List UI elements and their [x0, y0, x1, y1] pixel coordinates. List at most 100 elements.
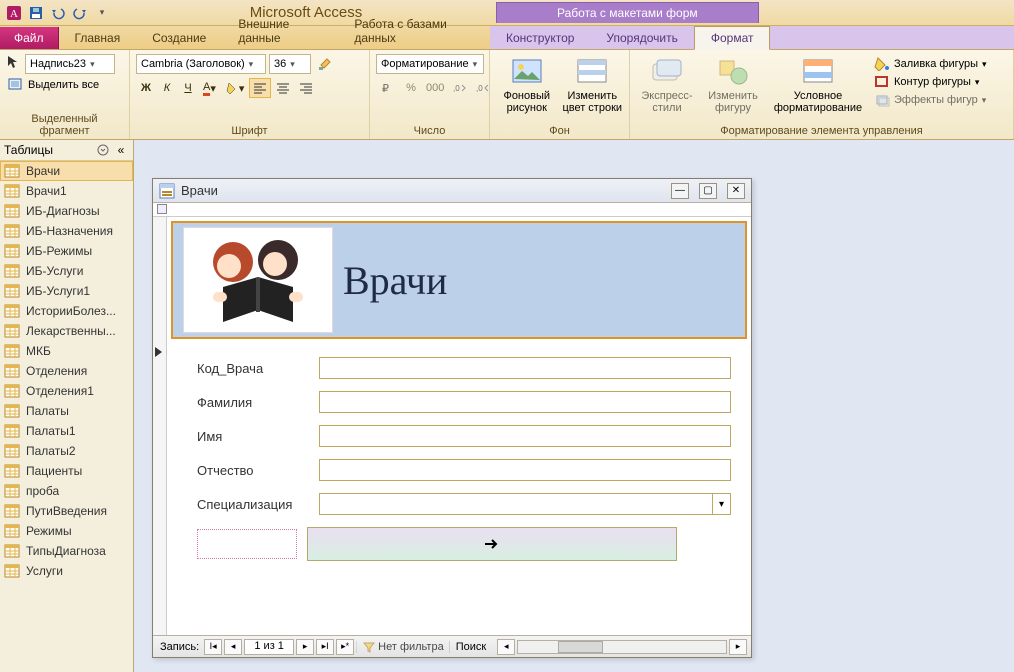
- selection-combo[interactable]: Надпись23: [25, 54, 115, 74]
- nav-table-item[interactable]: Палаты2: [0, 441, 133, 461]
- table-icon: [4, 484, 20, 498]
- font-name-combo[interactable]: Cambria (Заголовок): [136, 54, 266, 74]
- nav-table-item[interactable]: Режимы: [0, 521, 133, 541]
- field-label-firstname[interactable]: Имя: [197, 429, 307, 444]
- currency-button[interactable]: ₽: [376, 78, 400, 98]
- shape-outline-button[interactable]: Контур фигуры▾: [872, 74, 989, 90]
- shape-fill-button[interactable]: Заливка фигуры▾: [872, 56, 989, 72]
- quick-styles-button[interactable]: Экспресс-стили: [636, 54, 698, 114]
- tab-arrange[interactable]: Упорядочить: [590, 27, 693, 49]
- scroll-left-button[interactable]: ◂: [497, 639, 515, 655]
- nav-table-item[interactable]: Лекарственны...: [0, 321, 133, 341]
- bold-button[interactable]: Ж: [136, 78, 156, 98]
- nav-category-title[interactable]: Таблицы: [4, 143, 97, 157]
- tab-database-tools[interactable]: Работа с базами данных: [338, 13, 490, 49]
- tab-create[interactable]: Создание: [136, 27, 222, 49]
- nav-table-item[interactable]: ПутиВведения: [0, 501, 133, 521]
- shape-effects-button[interactable]: Эффекты фигур▾: [872, 92, 989, 108]
- prev-record-button[interactable]: ◂: [224, 639, 242, 655]
- decrease-decimals-button[interactable]: ,0: [472, 78, 494, 98]
- tab-design[interactable]: Конструктор: [490, 27, 590, 49]
- nav-table-item[interactable]: ИБ-Диагнозы: [0, 201, 133, 221]
- fill-color-button[interactable]: ▾: [221, 78, 249, 98]
- arrow-right-icon: [483, 537, 501, 551]
- tab-format[interactable]: Формат: [694, 26, 771, 50]
- record-position[interactable]: 1 из 1: [244, 639, 294, 655]
- layout-anchor-icon[interactable]: [157, 204, 167, 214]
- select-all-button[interactable]: Выделить все: [6, 77, 101, 93]
- font-color-button[interactable]: A▾: [199, 78, 220, 98]
- record-selector[interactable]: [153, 217, 167, 635]
- field-input-patronymic[interactable]: [319, 459, 731, 481]
- field-input-code[interactable]: [319, 357, 731, 379]
- nav-collapse-icon[interactable]: «: [113, 143, 129, 157]
- empty-cell[interactable]: [197, 529, 297, 559]
- nav-table-item[interactable]: Услуги: [0, 561, 133, 581]
- access-app-icon[interactable]: A: [4, 3, 24, 23]
- align-left-button[interactable]: [249, 78, 271, 98]
- save-icon[interactable]: [26, 3, 46, 23]
- file-tab[interactable]: Файл: [0, 27, 59, 49]
- nav-table-item[interactable]: Отделения: [0, 361, 133, 381]
- italic-button[interactable]: К: [157, 78, 177, 98]
- scroll-right-button[interactable]: ▸: [729, 639, 747, 655]
- align-right-button[interactable]: [295, 78, 317, 98]
- nav-table-item[interactable]: Отделения1: [0, 381, 133, 401]
- nav-table-item[interactable]: ИсторииБолез...: [0, 301, 133, 321]
- nav-table-item[interactable]: Врачи: [0, 161, 133, 181]
- nav-table-item[interactable]: ИБ-Назначения: [0, 221, 133, 241]
- field-input-firstname[interactable]: [319, 425, 731, 447]
- format-painter-icon[interactable]: [314, 54, 338, 74]
- nav-table-item[interactable]: Пациенты: [0, 461, 133, 481]
- form-header-label[interactable]: Врачи: [343, 257, 447, 304]
- redo-icon[interactable]: [70, 3, 90, 23]
- nav-dropdown-icon[interactable]: [97, 144, 113, 156]
- field-combo-spec[interactable]: ▾: [319, 493, 731, 515]
- field-input-lastname[interactable]: [319, 391, 731, 413]
- next-record-button[interactable]: [307, 527, 677, 561]
- field-label-spec[interactable]: Специализация: [197, 497, 307, 512]
- background-image-button[interactable]: Фоновый рисунок: [496, 54, 558, 114]
- percent-button[interactable]: %: [401, 78, 421, 98]
- nav-table-item[interactable]: Палаты: [0, 401, 133, 421]
- chevron-down-icon[interactable]: ▾: [712, 494, 730, 514]
- nav-table-item[interactable]: ТипыДиагноза: [0, 541, 133, 561]
- change-shape-button[interactable]: Изменить фигуру: [702, 54, 764, 114]
- qat-customize-icon[interactable]: ▾: [92, 3, 112, 23]
- field-label-patronymic[interactable]: Отчество: [197, 463, 307, 478]
- table-icon: [4, 224, 20, 238]
- number-format-combo[interactable]: Форматирование: [376, 54, 484, 74]
- header-image[interactable]: [183, 227, 333, 333]
- tab-external-data[interactable]: Внешние данные: [222, 13, 338, 49]
- last-record-button[interactable]: ▸I: [316, 639, 334, 655]
- field-label-lastname[interactable]: Фамилия: [197, 395, 307, 410]
- nav-table-item[interactable]: проба: [0, 481, 133, 501]
- close-button[interactable]: ✕: [727, 183, 745, 199]
- filter-icon[interactable]: [363, 641, 375, 653]
- search-box-label[interactable]: Поиск: [449, 641, 489, 653]
- increase-decimals-button[interactable]: ,0: [449, 78, 471, 98]
- nav-table-item[interactable]: Палаты1: [0, 421, 133, 441]
- thousands-button[interactable]: 000: [422, 78, 448, 98]
- conditional-format-button[interactable]: Условное форматирование: [768, 54, 868, 114]
- nav-table-item[interactable]: ИБ-Услуги1: [0, 281, 133, 301]
- font-size-combo[interactable]: 36: [269, 54, 311, 74]
- new-record-button[interactable]: ▸*: [336, 639, 354, 655]
- tab-home[interactable]: Главная: [59, 27, 137, 49]
- form-ruler[interactable]: [153, 203, 751, 217]
- field-label-code[interactable]: Код_Врача: [197, 361, 307, 376]
- nav-table-item[interactable]: МКБ: [0, 341, 133, 361]
- row-color-button[interactable]: Изменить цвет строки: [562, 54, 624, 114]
- first-record-button[interactable]: I◂: [204, 639, 222, 655]
- horizontal-scrollbar[interactable]: ◂ ▸: [497, 639, 747, 655]
- underline-button[interactable]: Ч: [178, 78, 198, 98]
- next-record-button-nav[interactable]: ▸: [296, 639, 314, 655]
- maximize-button[interactable]: ▢: [699, 183, 717, 199]
- align-center-button[interactable]: [272, 78, 294, 98]
- nav-table-item[interactable]: Врачи1: [0, 181, 133, 201]
- undo-icon[interactable]: [48, 3, 68, 23]
- form-header[interactable]: Врачи: [171, 221, 747, 339]
- nav-table-item[interactable]: ИБ-Режимы: [0, 241, 133, 261]
- minimize-button[interactable]: —: [671, 183, 689, 199]
- nav-table-item[interactable]: ИБ-Услуги: [0, 261, 133, 281]
